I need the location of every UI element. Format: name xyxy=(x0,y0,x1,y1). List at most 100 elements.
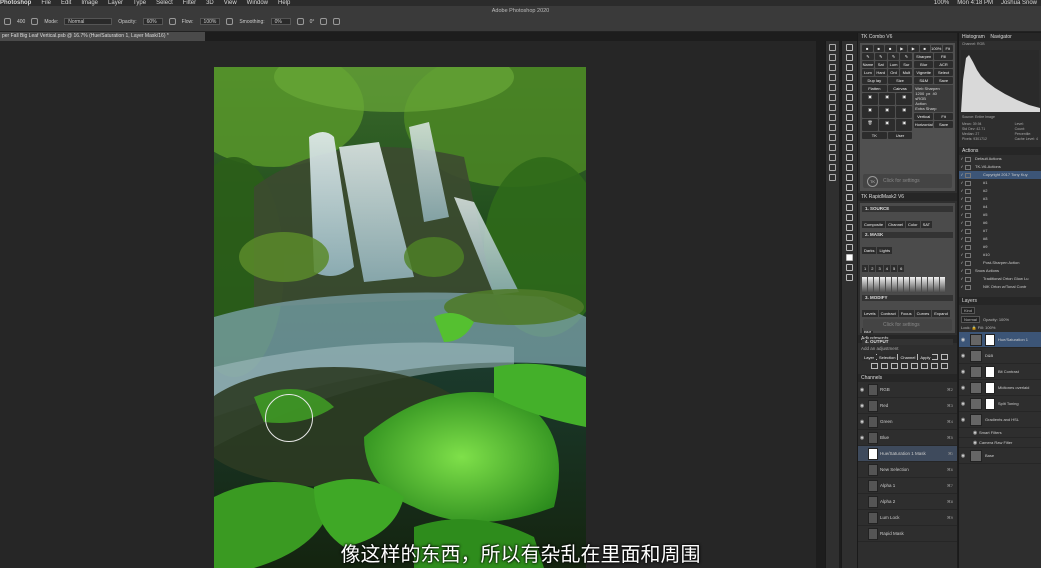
zoom-tool-icon[interactable] xyxy=(846,234,853,241)
channel-row[interactable]: Alpha 2 ⌘8 xyxy=(858,494,957,510)
tk-fill-button[interactable]: Fill xyxy=(934,53,954,60)
lock-icon[interactable]: 🔒 xyxy=(972,325,977,330)
channel-row[interactable]: ◉ Blue ⌘5 xyxy=(858,430,957,446)
tk-zoom-button[interactable]: 100% xyxy=(931,45,942,52)
output-layer-button[interactable]: Layer xyxy=(862,354,877,361)
sat-button[interactable]: SAT xyxy=(920,221,933,228)
tk-brush-2[interactable]: ✎ xyxy=(874,53,887,60)
layer-row[interactable]: ◉ Split Toning xyxy=(959,396,1041,412)
dialog-toggle-icon[interactable] xyxy=(965,268,971,274)
tk-rapid-header[interactable]: TK RapidMask2 V6 xyxy=(858,193,957,201)
darks-button[interactable]: Darks xyxy=(862,247,877,254)
tk-brush-4[interactable]: ✎ xyxy=(900,53,913,60)
channel-button[interactable]: Channel xyxy=(886,221,906,228)
type-tool-icon[interactable] xyxy=(846,194,853,201)
dialog-toggle-icon[interactable] xyxy=(965,204,971,210)
mask-num-2[interactable]: 2 xyxy=(869,265,876,272)
contract-button[interactable]: Contract xyxy=(878,310,898,317)
tk-acr-button[interactable]: ACR xyxy=(934,61,954,68)
tk-canvas-button[interactable]: Cairvas xyxy=(887,85,913,92)
tk-duplayer-button[interactable]: Dup lay xyxy=(862,77,887,84)
tk-mult-button[interactable]: Mult xyxy=(900,69,913,76)
tk-brush-1[interactable]: ✎ xyxy=(862,53,874,60)
trash-icon[interactable]: 🗑 xyxy=(862,119,879,131)
tool-icon-12[interactable] xyxy=(829,154,836,161)
more-tools-icon[interactable] xyxy=(846,244,853,251)
action-row[interactable]: ✓ #1 xyxy=(959,179,1041,187)
eye-icon[interactable]: ◉ xyxy=(971,440,979,446)
channel-row[interactable]: Hue/Saturation 1 Mask ⌘\ xyxy=(858,446,957,462)
dialog-toggle-icon[interactable] xyxy=(965,188,971,194)
mask-num-6[interactable]: 6 xyxy=(898,265,905,272)
layer-row[interactable]: ◉ Midtones overlaid xyxy=(959,380,1041,396)
tk-user-button[interactable]: User xyxy=(887,132,913,139)
dialog-toggle-icon[interactable] xyxy=(965,180,971,186)
tk-rapid-settings[interactable]: Click for settings xyxy=(863,319,952,331)
eye-icon[interactable]: ◉ xyxy=(959,337,967,343)
layer-mask-thumbnail[interactable] xyxy=(985,381,995,394)
tool-icon-9[interactable] xyxy=(829,124,836,131)
eye-icon[interactable]: ◉ xyxy=(959,453,967,459)
mask-num-3[interactable]: 3 xyxy=(876,265,883,272)
composite-button[interactable]: Composite xyxy=(862,221,886,228)
layers-header[interactable]: Layers xyxy=(959,297,1041,305)
action-row[interactable]: ✓ NIK Orton w/Tonal Contr xyxy=(959,283,1041,291)
focus-button[interactable]: Focus xyxy=(898,310,914,317)
tool-icon-11[interactable] xyxy=(829,144,836,151)
action-row[interactable]: ✓ #7 xyxy=(959,227,1041,235)
expand-button[interactable]: Expand xyxy=(932,310,950,317)
tool-icon-4[interactable] xyxy=(829,74,836,81)
move-tool-icon[interactable] xyxy=(846,44,853,51)
tk-icon-e[interactable]: ▶ xyxy=(908,45,919,52)
tk-vignette-button[interactable]: Vignette xyxy=(914,69,934,76)
channel-row[interactable]: ◉ Red ⌘3 xyxy=(858,398,957,414)
layer-row[interactable]: ◉ D&B xyxy=(959,348,1041,364)
layer-row[interactable]: ◉ Hue/Saturation 1 xyxy=(959,332,1041,348)
levels-button[interactable]: Levels xyxy=(862,310,878,317)
tk-fit2-button[interactable]: Fit xyxy=(934,113,954,120)
action-row[interactable]: ✓ #5 xyxy=(959,211,1041,219)
airbrush-icon[interactable] xyxy=(226,18,234,25)
action-row[interactable]: ✓ Copyright 2017 Tony Kuy xyxy=(959,171,1041,179)
layer-row[interactable]: ◉ Base xyxy=(959,448,1041,464)
path-select-icon[interactable] xyxy=(846,204,853,211)
channel-row[interactable]: ◉ RGB ⌘2 xyxy=(858,382,957,398)
tool-icon-6[interactable] xyxy=(829,94,836,101)
action-row[interactable]: ✓ #4 xyxy=(959,203,1041,211)
tk-tool-3[interactable]: ▣ xyxy=(896,93,913,105)
tk-tool-7[interactable]: ▣ xyxy=(879,119,896,131)
tool-icon-10[interactable] xyxy=(829,134,836,141)
layer-mask-thumbnail[interactable] xyxy=(985,397,995,410)
dialog-toggle-icon[interactable] xyxy=(965,252,971,258)
channel-row[interactable]: ◉ Green ⌘4 xyxy=(858,414,957,430)
layer-row[interactable]: ◉ Gradients and HSL xyxy=(959,412,1041,428)
eye-icon[interactable]: ◉ xyxy=(959,369,967,375)
action-row[interactable]: ✓ #9 xyxy=(959,243,1041,251)
tk-blur-button[interactable]: Blur xyxy=(914,61,934,68)
document-tab[interactable]: per Fall Big Leaf Vertical.psb @ 16.7% (… xyxy=(0,32,205,41)
dialog-toggle-icon[interactable] xyxy=(965,260,971,266)
marquee-tool-icon[interactable] xyxy=(846,54,853,61)
actions-header[interactable]: Actions xyxy=(959,147,1041,155)
eye-icon[interactable]: ◉ xyxy=(858,419,866,425)
output-selection-button[interactable]: Selection xyxy=(877,354,898,361)
eye-icon[interactable]: ◉ xyxy=(858,387,866,393)
action-row[interactable]: ✓ Snow Actions xyxy=(959,267,1041,275)
eye-icon[interactable]: ◉ xyxy=(959,385,967,391)
channel-row[interactable]: Lum Lock ⌘9 xyxy=(858,510,957,526)
action-row[interactable]: ✓ Default Actions xyxy=(959,155,1041,163)
tk-save-button[interactable]: Save xyxy=(934,77,954,84)
layer-kind-filter[interactable]: Kind xyxy=(961,307,976,314)
tk-label-button[interactable]: TK xyxy=(862,132,887,139)
eyedropper-tool-icon[interactable] xyxy=(846,94,853,101)
smoothing-field[interactable]: 0% xyxy=(270,18,291,25)
history-brush-icon[interactable] xyxy=(846,134,853,141)
clone-tool-icon[interactable] xyxy=(846,124,853,131)
tk-tool-5[interactable]: ▣ xyxy=(879,106,896,118)
tool-icon-14[interactable] xyxy=(829,174,836,181)
tk-tool-4[interactable]: ▣ xyxy=(862,106,879,118)
flow-field[interactable]: 100% xyxy=(199,18,221,25)
dialog-toggle-icon[interactable] xyxy=(965,284,971,290)
tk-icon-c[interactable]: ■ xyxy=(885,45,896,52)
action-row[interactable]: ✓ Post-Sharpen Action xyxy=(959,259,1041,267)
